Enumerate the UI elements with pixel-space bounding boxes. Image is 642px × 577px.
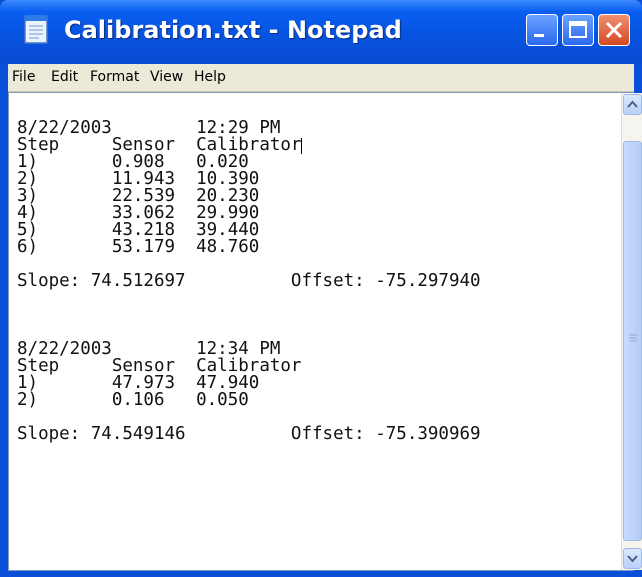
text-line: 6) 53.179 48.760 [17,237,260,257]
text-line: Slope: 74.549146 Offset: -75.390969 [17,424,481,444]
menu-format[interactable]: Format [90,69,139,85]
window-title: Calibration.txt - Notepad [64,16,402,44]
minimize-button[interactable] [526,14,558,46]
text-line: 2) 0.106 0.050 [17,390,249,410]
text-area[interactable]: 8/22/2003 12:29 PM Step Sensor Calibrato… [17,103,597,565]
menu-help[interactable]: Help [194,69,226,85]
scroll-down-button[interactable] [623,548,642,569]
notepad-icon [24,15,48,44]
maximize-icon [569,21,587,38]
close-button[interactable] [598,14,630,46]
scroll-up-button[interactable] [623,94,642,115]
title-bar[interactable]: Calibration.txt - Notepad [0,0,642,64]
text-line [17,290,597,307]
text-editor[interactable]: 8/22/2003 12:29 PM Step Sensor Calibrato… [8,92,642,571]
menu-edit[interactable]: Edit [51,69,78,85]
chevron-up-icon [627,100,638,108]
notepad-window: Calibration.txt - Notepad File Edit Form… [0,0,642,577]
menu-view[interactable]: View [150,69,183,85]
vertical-scrollbar[interactable] [621,93,642,570]
close-icon [605,21,623,39]
text-caret [301,138,303,154]
text-line [17,307,597,324]
maximize-button[interactable] [562,14,594,46]
chevron-down-icon [627,555,638,563]
text-line: Slope: 74.512697 Offset: -75.297940 [17,271,481,291]
menu-file[interactable]: File [12,69,35,85]
grip-icon [629,334,637,342]
menu-bar: File Edit Format View Help [8,64,634,92]
minimize-icon [534,34,544,37]
scrollbar-thumb[interactable] [623,141,642,541]
